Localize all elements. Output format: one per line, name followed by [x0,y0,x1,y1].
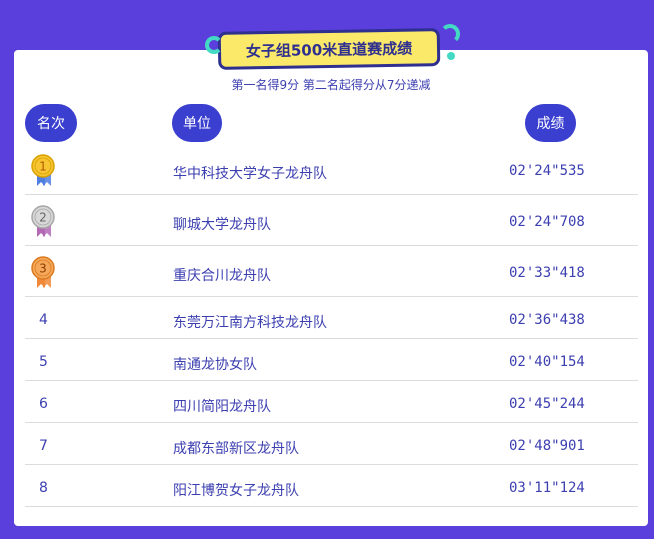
gold-medal-icon: 1 [31,154,55,188]
header-score: 成绩 [525,104,576,142]
table-row: 8 阳江博贺女子龙舟队 03'11"124 [25,465,638,507]
scoring-subtitle: 第一名得9分 第二名起得分从7分递减 [231,78,431,92]
unit-name: 重庆合川龙舟队 [173,268,271,284]
table-row: 6 四川简阳龙舟队 02'45"244 [25,381,638,423]
unit-name: 东莞万江南方科技龙舟队 [173,315,327,331]
decorative-dot-icon [447,52,455,60]
svg-text:3: 3 [39,262,47,276]
table-row: 4 东莞万江南方科技龙舟队 02'36"438 [25,297,638,339]
score-value: 02'45"244 [509,396,585,412]
decorative-swirl-icon [440,24,460,44]
unit-name: 阳江博贺女子龙舟队 [173,483,299,499]
score-value: 02'24"708 [509,214,585,230]
unit-name: 四川简阳龙舟队 [173,399,271,415]
svg-text:2: 2 [39,211,47,225]
unit-name: 成都东部新区龙舟队 [173,441,299,457]
table-row: 3 重庆合川龙舟队 02'33"418 [25,246,638,297]
rank-value: 5 [39,354,48,370]
unit-name: 华中科技大学女子龙舟队 [173,166,327,182]
score-value: 03'11"124 [509,480,585,496]
silver-medal-icon: 2 [31,205,55,239]
svg-text:1: 1 [39,160,47,174]
rank-value: 6 [39,396,48,412]
header-rank: 名次 [25,104,77,142]
decorative-swirl-icon [205,36,223,54]
score-value: 02'48"901 [509,438,585,454]
page-title: 女子组500米直道赛成绩 [217,28,441,70]
table-row: 2 聊城大学龙舟队 02'24"708 [25,195,638,246]
score-value: 02'40"154 [509,354,585,370]
rank-value: 4 [39,312,48,328]
bronze-medal-icon: 3 [31,256,55,290]
rank-value: 7 [39,438,48,454]
rank-value: 8 [39,480,48,496]
score-value: 02'33"418 [509,265,585,281]
unit-name: 南通龙协女队 [173,357,257,373]
header-unit: 单位 [172,104,222,142]
table-row: 1 华中科技大学女子龙舟队 02'24"535 [25,147,638,195]
unit-name: 聊城大学龙舟队 [173,217,271,233]
table-row: 7 成都东部新区龙舟队 02'48"901 [25,423,638,465]
score-value: 02'36"438 [509,312,585,328]
table-row: 5 南通龙协女队 02'40"154 [25,339,638,381]
score-value: 02'24"535 [509,163,585,179]
